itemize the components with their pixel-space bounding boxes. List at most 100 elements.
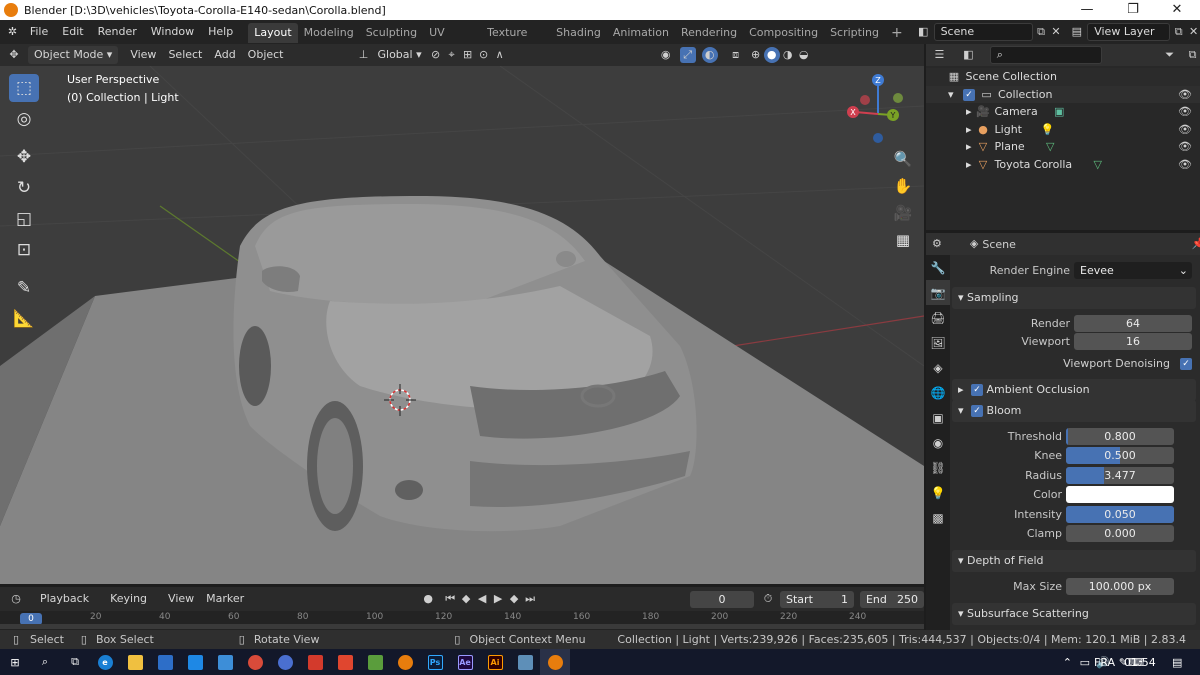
app-red-icon[interactable]	[330, 649, 360, 675]
expand-arrow-icon[interactable]: ▸	[966, 140, 972, 153]
tab-rendering[interactable]: Rendering	[675, 23, 743, 43]
editor-type-icon[interactable]: ✥	[6, 47, 22, 63]
blender-taskbar-icon[interactable]	[390, 649, 420, 675]
max-size-field[interactable]: 100.000 px	[1066, 578, 1174, 595]
windows-start-icon[interactable]: ⊞	[0, 649, 30, 675]
tool-tab-icon[interactable]: 🔧	[926, 255, 950, 280]
marker-menu[interactable]: Marker	[200, 590, 250, 608]
tab-uv-editing[interactable]: UV Editing	[423, 23, 481, 59]
outliner-editor-icon[interactable]: ☰	[932, 47, 947, 63]
orientation-selector[interactable]: Global ▾	[372, 46, 428, 64]
dof-panel-header[interactable]: ▾ Depth of Field	[952, 550, 1196, 572]
task-view-icon[interactable]: ⧉	[60, 649, 90, 675]
outliner-row-plane[interactable]: ▸ ▽ Plane ▽ 👁	[926, 138, 1200, 156]
data-tab-icon[interactable]: 💡	[926, 480, 950, 505]
properties-editor-icon[interactable]: ⚙	[932, 236, 942, 252]
menu-object[interactable]: Object	[242, 46, 290, 64]
menu-edit[interactable]: Edit	[55, 20, 90, 44]
delete-scene-icon[interactable]: ✕	[1050, 24, 1063, 40]
camera-view-icon[interactable]: 🎥	[890, 200, 916, 226]
camera-data-icon[interactable]: ▣	[1051, 104, 1067, 120]
collection-checkbox[interactable]: ✓	[963, 88, 976, 101]
language-indicator[interactable]: FRA	[1094, 656, 1115, 669]
network-app-icon[interactable]	[510, 649, 540, 675]
visibility-icon[interactable]: ◉	[658, 47, 674, 63]
illustrator-icon[interactable]: Ai	[480, 649, 510, 675]
knee-slider[interactable]: 0.500	[1066, 447, 1174, 464]
radius-slider[interactable]: 3.477	[1066, 467, 1174, 484]
play-icon[interactable]: ▶	[490, 591, 506, 607]
output-tab-icon[interactable]: 🖨	[926, 305, 950, 330]
intensity-slider[interactable]: 0.050	[1066, 506, 1174, 523]
clock[interactable]: 01:54	[1124, 656, 1156, 669]
timeline-ruler[interactable]: 0 20 40 60 80 100 120 140 160 180 200 22…	[0, 611, 924, 630]
scene-tab-icon[interactable]: ◈	[926, 355, 950, 380]
file-explorer-icon[interactable]	[120, 649, 150, 675]
new-scene-icon[interactable]: ⧉	[1035, 24, 1048, 40]
tab-animation[interactable]: Animation	[607, 23, 675, 43]
notifications-icon[interactable]: ▤	[1172, 656, 1182, 669]
annotate-tool-icon[interactable]: ✎	[9, 274, 39, 302]
expand-arrow-icon[interactable]: ▸	[966, 158, 972, 171]
timeline-view-menu[interactable]: View	[162, 590, 200, 608]
timeline-editor-icon[interactable]: ◷	[8, 591, 24, 607]
overlay-toggle-icon[interactable]: ◐	[701, 47, 718, 63]
network-icon[interactable]: ▭	[1080, 656, 1090, 669]
outliner-row-toyota-corolla[interactable]: ▸ ▽ Toyota Corolla ▽ 👁	[926, 156, 1200, 174]
3d-viewport[interactable]: Z Y X User Perspective (0) Collection | …	[0, 66, 924, 584]
xray-icon[interactable]: ⧈	[728, 47, 744, 63]
menu-window[interactable]: Window	[144, 20, 201, 44]
menu-help[interactable]: Help	[201, 20, 240, 44]
view-layer-tab-icon[interactable]: 🖼	[926, 330, 950, 355]
gizmo-toggle-icon[interactable]: ⤢	[679, 47, 696, 63]
sampling-viewport-field[interactable]: 16	[1074, 333, 1192, 350]
tray-chevron-icon[interactable]: ⌃	[1063, 656, 1072, 669]
jump-start-icon[interactable]: ⏮	[442, 591, 458, 607]
prev-keyframe-icon[interactable]: ◆	[458, 591, 474, 607]
expand-arrow-icon[interactable]: ▸	[966, 105, 972, 118]
mode-selector[interactable]: Object Mode ▾	[28, 46, 119, 64]
visibility-eye-icon[interactable]: 👁	[1178, 86, 1192, 104]
view-layer-icon[interactable]: ▤	[1070, 24, 1083, 40]
tab-layout[interactable]: Layout	[248, 23, 298, 43]
menu-view[interactable]: View	[124, 46, 162, 64]
scene-selector-icon[interactable]: ◧	[917, 24, 930, 40]
pan-hand-icon[interactable]: ✋	[890, 173, 916, 199]
tab-modeling[interactable]: Modeling	[298, 23, 360, 43]
timeline-scrollbar[interactable]	[0, 624, 924, 629]
select-box-tool-icon[interactable]: ⬚	[9, 74, 39, 102]
record-icon[interactable]: ●	[420, 591, 436, 607]
visibility-eye-icon[interactable]: 👁	[1178, 103, 1192, 121]
rendered-shading-icon[interactable]: ◒	[796, 47, 812, 63]
world-tab-icon[interactable]: 🌐	[926, 380, 950, 405]
measure-tool-icon[interactable]: 📐	[9, 305, 39, 333]
mesh-data-icon[interactable]: ▽	[1090, 157, 1106, 173]
tab-scripting[interactable]: Scripting	[824, 23, 885, 43]
view-layer-field[interactable]: View Layer	[1087, 23, 1171, 41]
threshold-slider[interactable]: 0.800	[1066, 428, 1174, 445]
play-reverse-icon[interactable]: ◀	[474, 591, 490, 607]
scale-tool-icon[interactable]: ◱	[9, 205, 39, 233]
rotate-tool-icon[interactable]: ↻	[9, 174, 39, 202]
after-effects-icon[interactable]: Ae	[450, 649, 480, 675]
chrome-icon[interactable]	[240, 649, 270, 675]
pivot-point-icon[interactable]: ⊘	[428, 47, 444, 63]
render-engine-dropdown[interactable]: Eevee ⌄	[1074, 262, 1192, 279]
solid-shading-icon[interactable]: ●	[763, 47, 780, 63]
display-mode-icon[interactable]: ◧	[961, 47, 976, 63]
new-collection-icon[interactable]: ⧉	[1185, 47, 1200, 63]
app-green-icon[interactable]	[360, 649, 390, 675]
tab-sculpting[interactable]: Sculpting	[360, 23, 423, 43]
light-data-icon[interactable]: 💡	[1039, 122, 1055, 138]
snap-target-icon[interactable]: ⊞	[460, 47, 476, 63]
visibility-eye-icon[interactable]: 👁	[1178, 121, 1192, 139]
visibility-eye-icon[interactable]: 👁	[1178, 138, 1192, 156]
snap-icon[interactable]: ⌖	[444, 47, 460, 63]
sampling-render-field[interactable]: 64	[1074, 315, 1192, 332]
outliner-row-camera[interactable]: ▸ 🎥 Camera ▣ 👁	[926, 103, 1200, 121]
acrobat-icon[interactable]	[300, 649, 330, 675]
minimize-button[interactable]: —	[1064, 0, 1110, 20]
clock-icon[interactable]: ⏱	[760, 591, 776, 607]
scene-field[interactable]: Scene	[933, 23, 1033, 41]
delete-view-layer-icon[interactable]: ✕	[1187, 24, 1200, 40]
